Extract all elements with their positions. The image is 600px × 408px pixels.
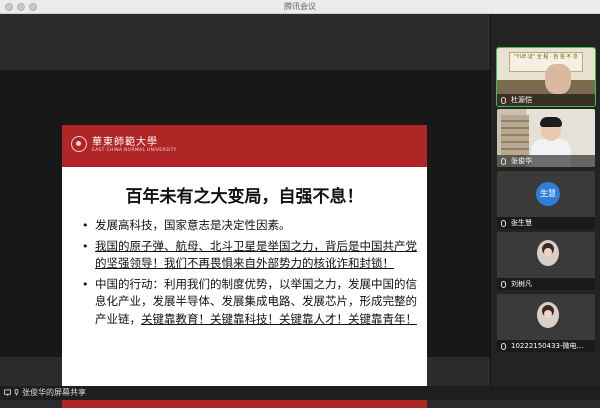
university-seal-icon	[71, 136, 87, 152]
bookshelf	[501, 115, 529, 155]
avatar: 生慧	[536, 182, 560, 206]
participant-tile[interactable]: 张俊华	[497, 109, 595, 167]
bullet-item: 中国的行动：利用我们的制度优势，以举国之力，发展中国的信息化产业，发展半导体、发…	[82, 276, 417, 329]
avatar	[537, 240, 559, 266]
microphone-icon[interactable]	[13, 389, 20, 396]
participant-video	[545, 64, 571, 94]
participant-hair	[540, 117, 562, 127]
participant-tile[interactable]: 生慧 张生慧	[497, 171, 595, 229]
slide-title: 百年未有之大变局，自强不息！	[125, 187, 364, 207]
microphone-icon	[501, 97, 506, 104]
participant-tile[interactable]: "YUE·证" 全 程 · 自 强 不 息 杜源恺	[496, 47, 596, 107]
participant-name-bar: 张生慧	[497, 217, 595, 229]
shared-slide: 華東師範大學 EAST CHINA NORMAL UNIVERSITY 百年未有…	[62, 125, 427, 408]
participant-name: 杜源恺	[511, 96, 532, 104]
participant-tile[interactable]: 刘树凡	[497, 232, 595, 290]
microphone-icon	[501, 343, 506, 350]
university-name-en: EAST CHINA NORMAL UNIVERSITY	[92, 148, 177, 153]
participant-name: 10222150433-微电...	[511, 342, 584, 350]
main-stage: 華東師範大學 EAST CHINA NORMAL UNIVERSITY 百年未有…	[0, 14, 490, 408]
slide-header: 華東師範大學 EAST CHINA NORMAL UNIVERSITY	[62, 125, 427, 167]
microphone-icon	[501, 281, 506, 288]
participant-name: 刘树凡	[511, 280, 532, 288]
microphone-icon	[501, 220, 506, 227]
participant-name: 张俊华	[511, 157, 532, 165]
bullet-item: 发展高科技，国家意志是决定性因素。	[82, 217, 417, 235]
slide-bullet-list: 发展高科技，国家意志是决定性因素。 我国的原子弹、航母、北斗卫星是举国之力，背后…	[82, 217, 417, 331]
screen-share-label: 张俊华的屏幕共享	[22, 388, 86, 397]
participant-name-bar: 杜源恺	[497, 94, 595, 106]
university-name: 華東師範大學	[92, 137, 158, 148]
participant-name-bar: 10222150433-微电...	[497, 340, 595, 352]
participant-name: 张生慧	[511, 219, 532, 227]
screen-share-icon	[4, 389, 11, 396]
bullet-emphasis-text: 关键靠教育！关键靠科技！关键靠人才！关键靠青年！	[141, 311, 417, 326]
participant-sidebar: "YUE·证" 全 程 · 自 强 不 息 杜源恺 张俊华 生慧 张生慧 刘树凡…	[490, 14, 600, 386]
participant-name-bar: 张俊华	[497, 155, 595, 167]
avatar	[537, 302, 559, 328]
window-titlebar: 腾讯会议	[0, 0, 600, 14]
screen-share-area: 華東師範大學 EAST CHINA NORMAL UNIVERSITY 百年未有…	[0, 70, 490, 408]
bullet-item: 我国的原子弹、航母、北斗卫星是举国之力，背后是中国共产党的坚强领导！我们不再畏惧…	[82, 238, 417, 273]
window-title: 腾讯会议	[284, 2, 316, 11]
bottom-bar: 张俊华的屏幕共享	[0, 386, 600, 400]
bullet-text: 发展高科技，国家意志是决定性因素。	[95, 218, 291, 232]
participant-name-bar: 刘树凡	[497, 278, 595, 290]
microphone-icon	[501, 158, 506, 165]
bullet-text: 我国的原子弹、航母、北斗卫星是举国之力，背后是中国共产党的坚强领导！我们不再畏惧…	[95, 238, 417, 271]
participant-tile[interactable]: 10222150433-微电...	[497, 294, 595, 352]
